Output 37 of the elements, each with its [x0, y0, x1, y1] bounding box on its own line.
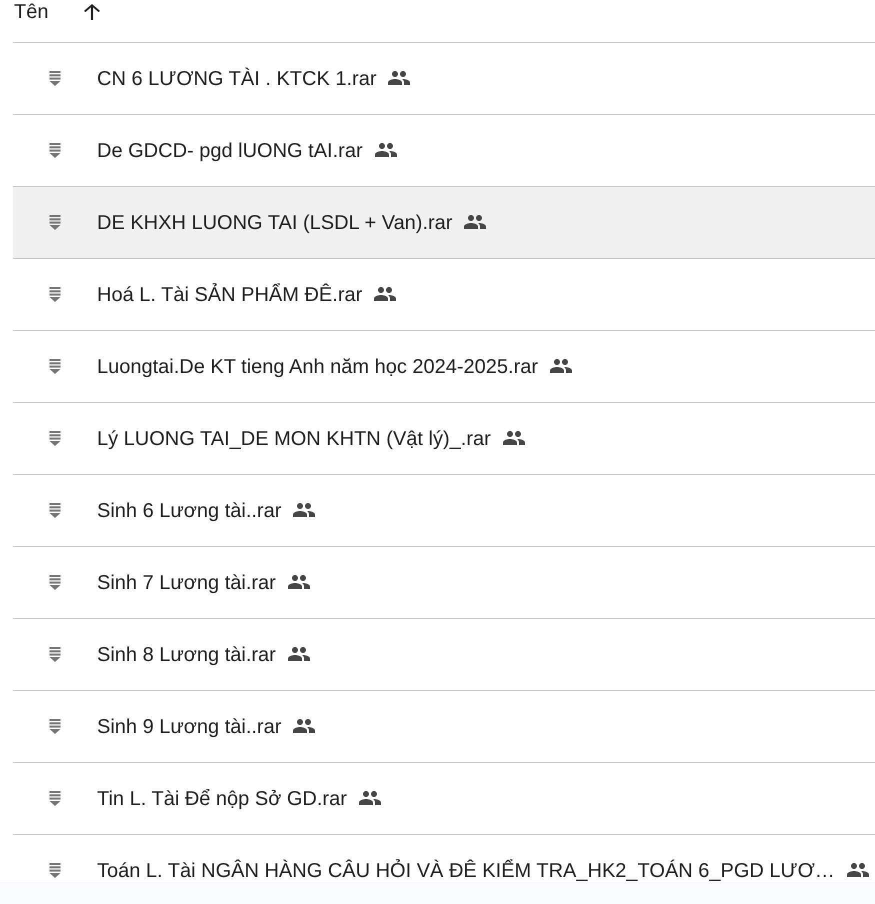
file-row[interactable]: Sinh 9 Lương tài..rar [13, 691, 875, 763]
file-row[interactable]: Toán L. Tài NGÂN HÀNG CÂU HỎI VÀ ĐÊ KIỂM TRA_HK2_TOÁN 6_PGD LƯƠ… [13, 835, 875, 882]
file-name: De GDCD- pgd lUONG tAI.rar [97, 139, 363, 163]
file-name: Tin L. Tài Để nộp Sở GD.rar [97, 787, 347, 811]
file-name: Lý LUONG TAI_DE MON KHTN (Vật lý)_.rar [97, 427, 491, 451]
archive-icon [49, 359, 61, 374]
file-name: Luongtai.De KT tieng Anh năm học 2024-2025.rar [97, 355, 538, 379]
file-row[interactable]: DE KHXH LUONG TAI (LSDL + Van).rar [13, 187, 875, 259]
file-name: CN 6 LƯƠNG TÀI . KTCK 1.rar [97, 67, 376, 91]
archive-icon [49, 791, 61, 806]
archive-icon [49, 431, 61, 446]
archive-icon [49, 719, 61, 734]
file-name: Sinh 9 Lương tài..rar [97, 715, 282, 739]
file-row[interactable]: Sinh 6 Lương tài..rar [13, 475, 875, 547]
file-row[interactable]: Sinh 7 Lương tài.rar [13, 547, 875, 619]
archive-icon [49, 287, 61, 302]
archive-icon [49, 143, 61, 158]
archive-icon [49, 575, 61, 590]
arrow-up-icon[interactable] [84, 4, 100, 20]
file-row[interactable]: Sinh 8 Lương tài.rar [13, 619, 875, 691]
archive-icon [49, 215, 61, 230]
file-name: DE KHXH LUONG TAI (LSDL + Van).rar [97, 211, 452, 235]
file-row[interactable]: Hoá L. Tài SẢN PHẨM ĐÊ.rar [13, 259, 875, 331]
archive-icon [49, 647, 61, 662]
file-name: Sinh 6 Lương tài..rar [97, 499, 282, 523]
archive-icon [49, 71, 61, 86]
file-name: Toán L. Tài NGÂN HÀNG CÂU HỎI VÀ ĐÊ KIỂM TRA_HK2_TOÁN 6_PGD LƯƠ… [97, 859, 835, 882]
archive-icon [49, 863, 61, 878]
file-name: Sinh 7 Lương tài.rar [97, 571, 276, 595]
column-header[interactable]: Tên [14, 0, 48, 24]
file-name: Hoá L. Tài SẢN PHẨM ĐÊ.rar [97, 283, 362, 307]
file-row[interactable]: Tin L. Tài Để nộp Sở GD.rar [13, 763, 875, 835]
file-row[interactable]: Luongtai.De KT tieng Anh năm học 2024-2025.rar [13, 331, 875, 403]
archive-icon [49, 503, 61, 518]
file-row[interactable]: Lý LUONG TAI_DE MON KHTN (Vật lý)_.rar [13, 403, 875, 475]
file-row[interactable]: CN 6 LƯƠNG TÀI . KTCK 1.rar [13, 43, 875, 115]
file-name: Sinh 8 Lương tài.rar [97, 643, 276, 667]
